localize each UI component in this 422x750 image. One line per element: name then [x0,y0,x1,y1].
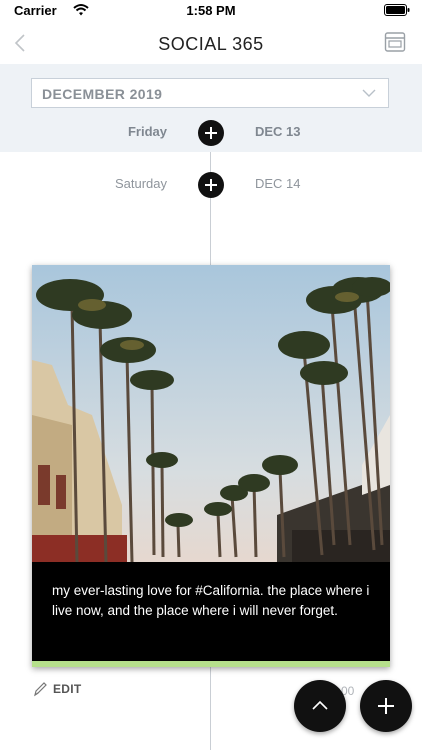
page-title: SOCIAL 365 [158,34,264,54]
post-status-bar [32,661,390,667]
tray-icon[interactable] [384,31,406,53]
post-caption: my ever-lasting love for #California. th… [52,583,370,618]
add-post-button[interactable] [198,172,224,198]
chevron-down-icon [362,89,376,97]
plus-icon [205,179,217,191]
plus-icon [205,127,217,139]
add-post-button[interactable] [198,120,224,146]
plus-icon [378,698,394,714]
pencil-icon [34,682,47,697]
post-card[interactable]: my ever-lasting love for #California. th… [32,265,390,667]
day-date: DEC 13 [255,124,301,139]
day-name: Friday [127,124,167,139]
month-dropdown-value: DECEMBER 2019 [42,86,163,102]
scroll-up-button[interactable] [294,680,346,732]
month-dropdown[interactable]: DECEMBER 2019 [31,78,389,108]
day-row-saturday: Saturday DEC 14 [0,171,422,199]
status-bar: Carrier 1:58 PM [0,0,422,22]
day-name: Saturday [114,176,167,191]
add-button[interactable] [360,680,412,732]
battery-icon [384,4,410,16]
post-photo [32,265,390,562]
day-row-friday: Friday DEC 13 [0,119,422,147]
status-time: 1:58 PM [186,3,236,18]
day-date: DEC 14 [255,176,301,191]
edit-label: EDIT [53,682,82,696]
nav-bar: SOCIAL 365 [0,22,422,64]
chevron-up-icon [312,700,328,710]
